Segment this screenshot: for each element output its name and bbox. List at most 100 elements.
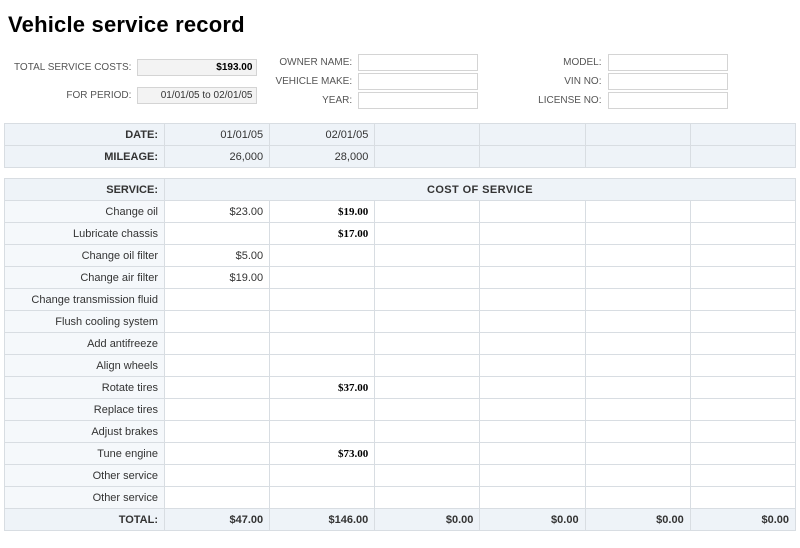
service-cost-cell[interactable] [690, 377, 795, 399]
service-cost-cell[interactable] [270, 267, 375, 289]
service-cost-cell[interactable] [585, 399, 690, 421]
license-input[interactable] [608, 92, 728, 109]
service-cost-cell[interactable]: $19.00 [165, 267, 270, 289]
service-cost-cell[interactable] [690, 223, 795, 245]
mileage-cell[interactable] [585, 146, 690, 168]
service-cost-cell[interactable] [270, 487, 375, 509]
service-cost-cell[interactable] [585, 465, 690, 487]
service-cost-cell[interactable] [270, 311, 375, 333]
service-cost-cell[interactable] [165, 333, 270, 355]
service-cost-cell[interactable] [585, 267, 690, 289]
service-cost-cell[interactable] [690, 465, 795, 487]
service-cost-cell[interactable] [375, 289, 480, 311]
service-cost-cell[interactable] [375, 421, 480, 443]
service-cost-cell[interactable] [375, 311, 480, 333]
date-cell[interactable]: 02/01/05 [270, 124, 375, 146]
service-cost-cell[interactable] [375, 377, 480, 399]
service-cost-cell[interactable] [375, 201, 480, 223]
service-cost-cell[interactable] [690, 245, 795, 267]
service-cost-cell[interactable] [375, 267, 480, 289]
vehicle-make-input[interactable] [358, 73, 478, 90]
service-cost-cell[interactable] [480, 289, 585, 311]
service-cost-cell[interactable] [690, 311, 795, 333]
service-cost-cell[interactable] [585, 289, 690, 311]
mileage-cell[interactable]: 28,000 [270, 146, 375, 168]
service-cost-cell[interactable] [690, 333, 795, 355]
service-cost-cell[interactable] [690, 267, 795, 289]
service-cost-cell[interactable] [585, 311, 690, 333]
service-cost-cell[interactable] [480, 201, 585, 223]
year-input[interactable] [358, 92, 478, 109]
service-cost-cell[interactable] [375, 333, 480, 355]
service-cost-cell[interactable] [585, 355, 690, 377]
service-cost-cell[interactable] [375, 245, 480, 267]
service-cost-cell[interactable] [270, 399, 375, 421]
service-cost-cell[interactable] [375, 443, 480, 465]
service-cost-cell[interactable] [165, 377, 270, 399]
service-cost-cell[interactable] [375, 487, 480, 509]
service-cost-cell[interactable] [480, 223, 585, 245]
service-cost-cell[interactable]: $19.00 [270, 201, 375, 223]
service-cost-cell[interactable] [690, 201, 795, 223]
service-cost-cell[interactable] [375, 223, 480, 245]
service-cost-cell[interactable] [375, 399, 480, 421]
service-cost-cell[interactable] [165, 487, 270, 509]
date-cell[interactable] [480, 124, 585, 146]
service-cost-cell[interactable] [165, 421, 270, 443]
service-cost-cell[interactable] [690, 399, 795, 421]
service-cost-cell[interactable]: $17.00 [270, 223, 375, 245]
service-cost-cell[interactable] [165, 311, 270, 333]
owner-name-input[interactable] [358, 54, 478, 71]
service-cost-cell[interactable] [480, 333, 585, 355]
service-cost-cell[interactable] [270, 421, 375, 443]
service-cost-cell[interactable] [585, 421, 690, 443]
date-cell[interactable] [375, 124, 480, 146]
mileage-cell[interactable]: 26,000 [165, 146, 270, 168]
service-cost-cell[interactable] [480, 355, 585, 377]
service-cost-cell[interactable] [690, 487, 795, 509]
mileage-cell[interactable] [690, 146, 795, 168]
service-cost-cell[interactable] [690, 355, 795, 377]
service-cost-cell[interactable] [690, 421, 795, 443]
mileage-cell[interactable] [375, 146, 480, 168]
service-cost-cell[interactable] [270, 245, 375, 267]
service-cost-cell[interactable] [270, 333, 375, 355]
model-input[interactable] [608, 54, 728, 71]
service-cost-cell[interactable] [375, 355, 480, 377]
service-cost-cell[interactable] [480, 443, 585, 465]
service-cost-cell[interactable] [690, 289, 795, 311]
service-cost-cell[interactable] [165, 289, 270, 311]
service-cost-cell[interactable]: $37.00 [270, 377, 375, 399]
service-cost-cell[interactable] [165, 443, 270, 465]
service-cost-cell[interactable] [165, 223, 270, 245]
service-cost-cell[interactable] [480, 267, 585, 289]
mileage-cell[interactable] [480, 146, 585, 168]
service-cost-cell[interactable] [585, 487, 690, 509]
service-cost-cell[interactable] [480, 421, 585, 443]
service-cost-cell[interactable] [690, 443, 795, 465]
service-cost-cell[interactable] [585, 201, 690, 223]
service-cost-cell[interactable] [480, 487, 585, 509]
service-cost-cell[interactable] [165, 399, 270, 421]
service-cost-cell[interactable]: $73.00 [270, 443, 375, 465]
vin-input[interactable] [608, 73, 728, 90]
service-cost-cell[interactable] [585, 245, 690, 267]
service-cost-cell[interactable] [480, 377, 585, 399]
service-cost-cell[interactable] [165, 465, 270, 487]
service-cost-cell[interactable] [585, 443, 690, 465]
date-cell[interactable]: 01/01/05 [165, 124, 270, 146]
service-cost-cell[interactable]: $23.00 [165, 201, 270, 223]
service-cost-cell[interactable] [480, 399, 585, 421]
service-cost-cell[interactable] [585, 223, 690, 245]
date-cell[interactable] [690, 124, 795, 146]
service-cost-cell[interactable] [270, 355, 375, 377]
date-cell[interactable] [585, 124, 690, 146]
service-cost-cell[interactable] [585, 377, 690, 399]
service-cost-cell[interactable]: $5.00 [165, 245, 270, 267]
service-cost-cell[interactable] [375, 465, 480, 487]
service-cost-cell[interactable] [585, 333, 690, 355]
service-cost-cell[interactable] [165, 355, 270, 377]
service-cost-cell[interactable] [480, 465, 585, 487]
service-cost-cell[interactable] [480, 311, 585, 333]
service-cost-cell[interactable] [270, 289, 375, 311]
